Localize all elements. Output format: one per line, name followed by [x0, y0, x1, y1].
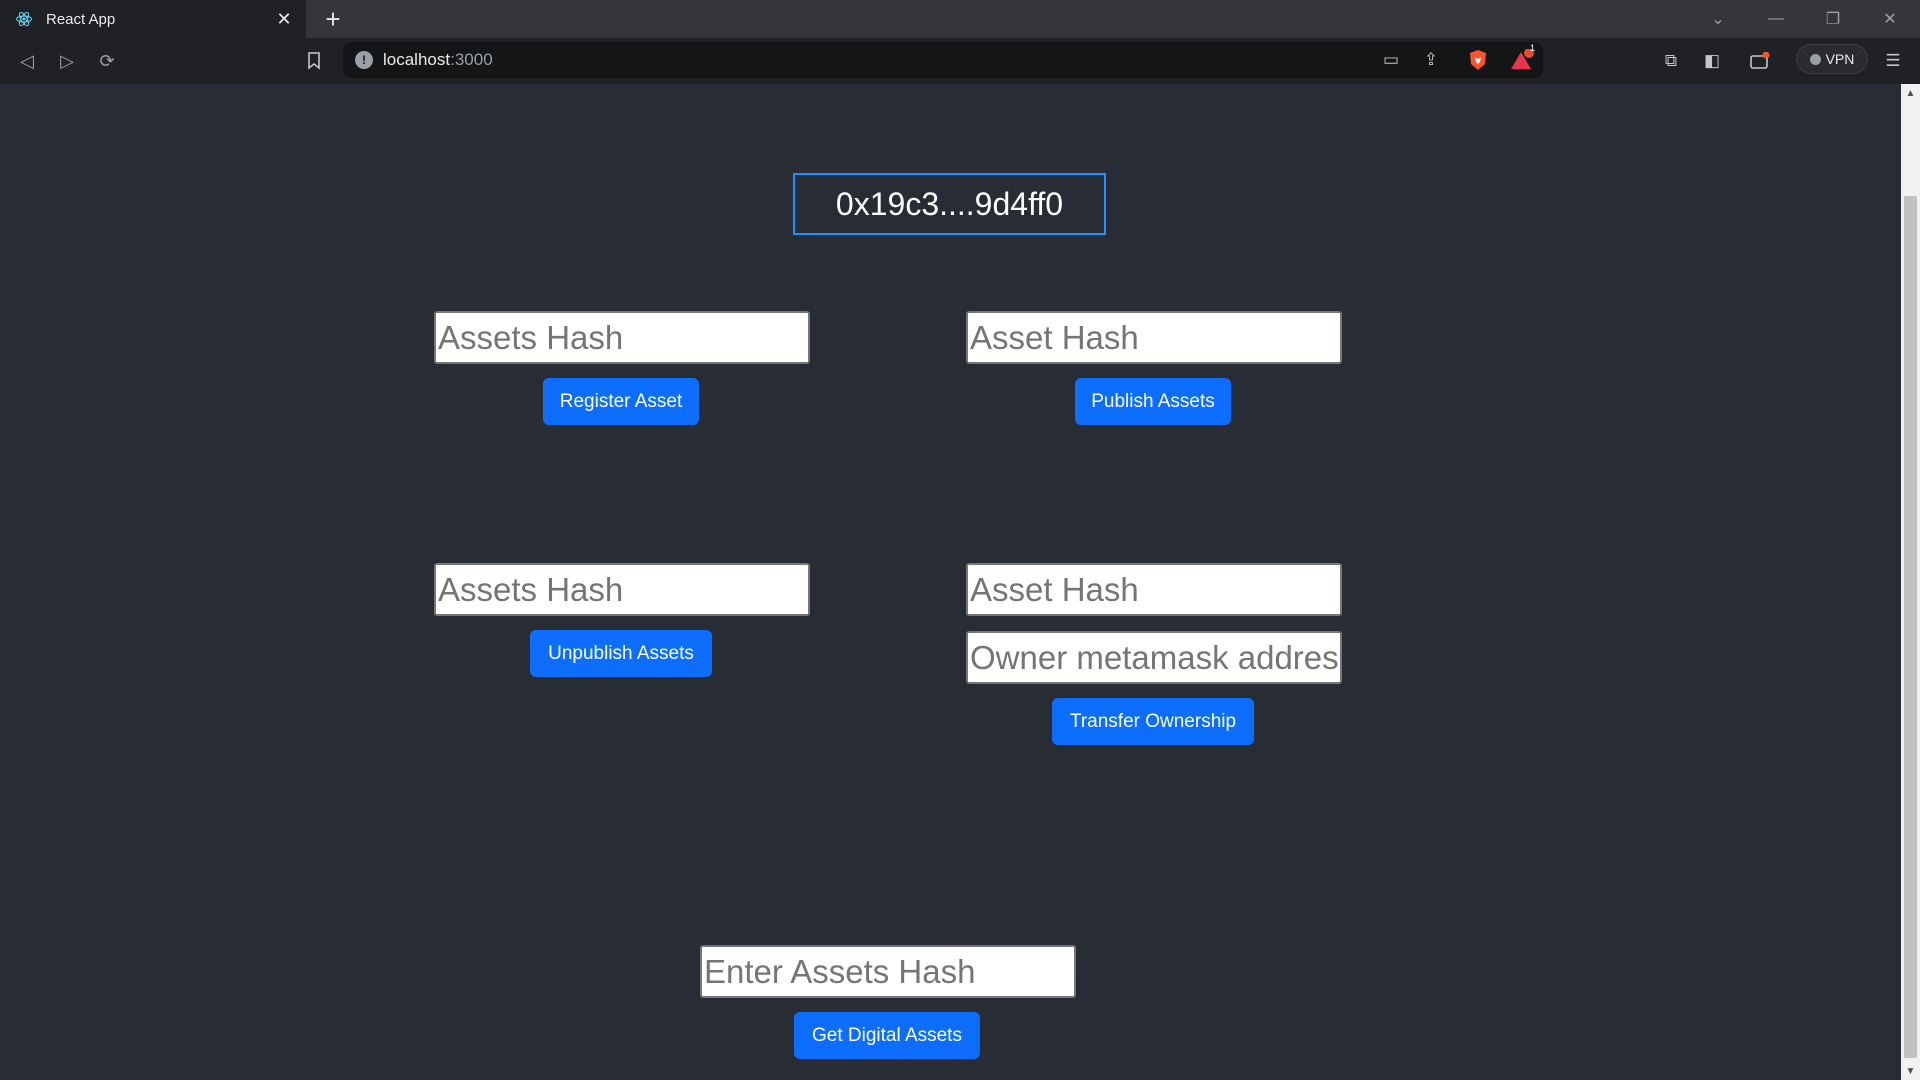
- tab-strip: React App ✕ + ⌄ — ❐ ✕: [0, 0, 1920, 38]
- restore-button[interactable]: ❐: [1805, 0, 1861, 38]
- react-logo-icon: [14, 9, 34, 29]
- minimize-button[interactable]: —: [1748, 0, 1804, 38]
- window-close-button[interactable]: ✕: [1862, 0, 1918, 38]
- url-text[interactable]: localhost:3000: [383, 50, 493, 70]
- scroll-up-icon[interactable]: ▲: [1901, 84, 1920, 102]
- register-asset-hash-input[interactable]: [434, 311, 810, 364]
- brave-shields-icon[interactable]: [1463, 45, 1493, 75]
- page-scrollbar[interactable]: ▲ ▼: [1901, 84, 1920, 1080]
- transfer-asset-hash-input[interactable]: [966, 563, 1342, 616]
- get-digital-assets-button[interactable]: Get Digital Assets: [794, 1012, 980, 1059]
- bookmark-icon[interactable]: [299, 46, 329, 76]
- vpn-status-icon: [1809, 53, 1821, 65]
- tab-title: React App: [46, 10, 116, 28]
- new-tab-button[interactable]: +: [318, 4, 348, 34]
- url-port: :3000: [450, 50, 493, 69]
- cast-icon[interactable]: ▭: [1376, 45, 1406, 75]
- get-assets-hash-input[interactable]: [700, 945, 1076, 998]
- publish-assets-button[interactable]: Publish Assets: [1075, 378, 1231, 425]
- account-address: 0x19c3....9d4ff0: [793, 173, 1106, 235]
- site-info-icon[interactable]: !: [355, 51, 373, 69]
- owner-address-input[interactable]: [966, 631, 1342, 684]
- sidebar-icon[interactable]: ◧: [1697, 46, 1727, 76]
- reload-icon[interactable]: ⟳: [92, 46, 122, 76]
- scroll-down-icon[interactable]: ▼: [1901, 1062, 1920, 1080]
- menu-icon[interactable]: ☰: [1878, 46, 1908, 76]
- close-tab-icon[interactable]: ✕: [270, 5, 298, 33]
- publish-asset-hash-input[interactable]: [966, 311, 1342, 364]
- unpublish-assets-button[interactable]: Unpublish Assets: [530, 630, 712, 677]
- share-icon[interactable]: ⇪: [1416, 45, 1446, 75]
- vpn-button[interactable]: VPN: [1796, 44, 1868, 74]
- tab-search-icon[interactable]: ⌄: [1690, 0, 1746, 38]
- address-bar[interactable]: ! localhost:3000 ▭ ⇪ 1: [343, 42, 1543, 78]
- unpublish-asset-hash-input[interactable]: [434, 563, 810, 616]
- transfer-ownership-button[interactable]: Transfer Ownership: [1052, 698, 1254, 745]
- wallet-icon[interactable]: [1745, 46, 1775, 76]
- rewards-badge-count: 1: [1530, 43, 1536, 53]
- register-asset-button[interactable]: Register Asset: [543, 378, 699, 425]
- extensions-icon[interactable]: ⧉: [1656, 46, 1686, 76]
- forward-icon[interactable]: ▷: [52, 46, 82, 76]
- scrollbar-thumb[interactable]: [1904, 196, 1917, 1058]
- back-icon[interactable]: ◁: [12, 46, 42, 76]
- tab-react-app[interactable]: React App ✕: [0, 0, 306, 38]
- vpn-label: VPN: [1825, 51, 1855, 67]
- url-host: localhost: [383, 50, 451, 69]
